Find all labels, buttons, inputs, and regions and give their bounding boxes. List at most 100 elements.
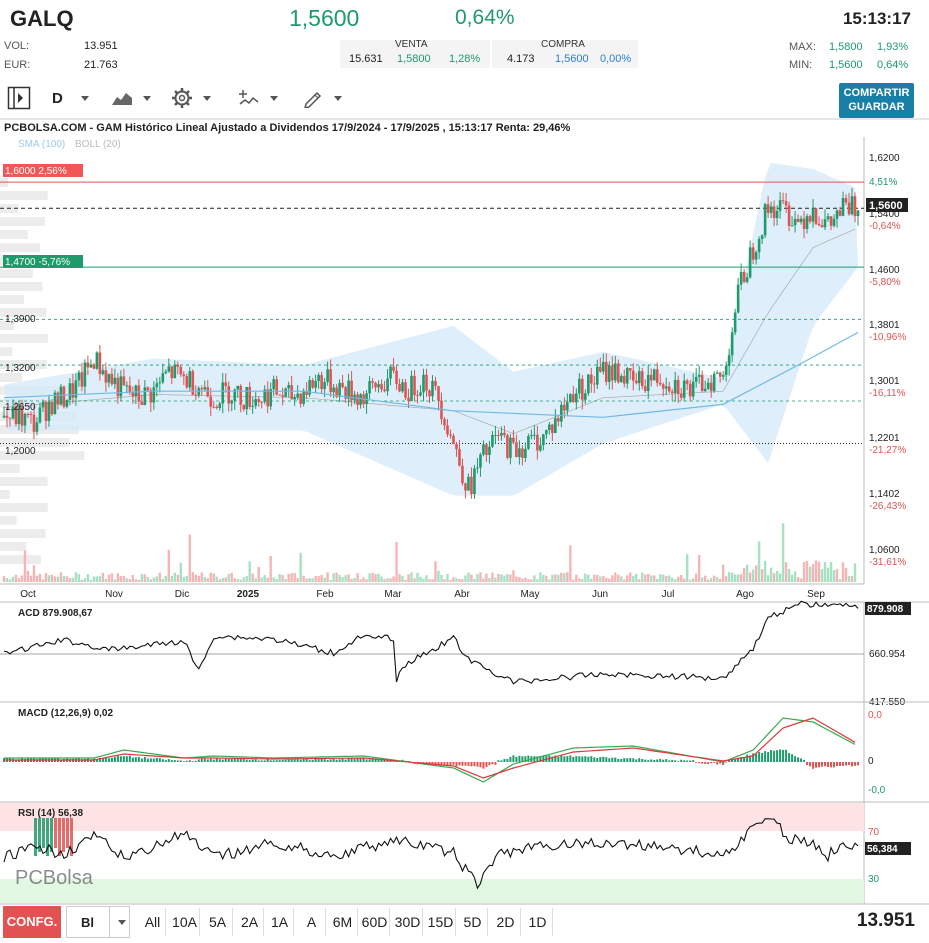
chart-type-select[interactable]	[111, 86, 151, 110]
range-button-10a[interactable]: 10A	[170, 908, 200, 936]
macd-histogram-bar	[209, 758, 212, 762]
period-select[interactable]: D	[52, 86, 89, 110]
candle-body	[326, 369, 329, 383]
macd-histogram-bar	[725, 762, 728, 763]
range-button-1d[interactable]: 1D	[523, 908, 553, 936]
macd-histogram-bar	[593, 757, 596, 762]
macd-histogram-bar	[461, 762, 464, 766]
macd-histogram-bar	[635, 759, 638, 762]
macd-histogram-bar	[227, 758, 230, 762]
volume-bar	[455, 578, 458, 582]
indicators-select[interactable]	[238, 86, 278, 110]
config-button[interactable]: CONFG.	[3, 906, 61, 938]
legend-boll: BOLL (20)	[75, 139, 121, 150]
macd-histogram-bar	[254, 759, 257, 762]
range-button-15d[interactable]: 15D	[426, 908, 456, 936]
macd-histogram-bar	[653, 759, 656, 762]
macd-histogram-bar	[812, 762, 815, 769]
range-button-30d[interactable]: 30D	[393, 908, 423, 936]
range-button-5d[interactable]: 5D	[458, 908, 488, 936]
volume-bar	[554, 574, 557, 582]
volume-bar	[272, 577, 275, 582]
range-button-6m[interactable]: 6M	[328, 908, 358, 936]
volume-bar	[853, 563, 857, 582]
panel-toggle-button[interactable]	[7, 86, 31, 110]
volume-profile-bar	[0, 477, 48, 486]
share-save-button[interactable]: COMPARTIR GUARDAR	[839, 83, 914, 118]
gear-icon	[172, 88, 192, 108]
draw-tools-select[interactable]	[302, 86, 342, 110]
range-button-all[interactable]: All	[140, 908, 166, 936]
macd-histogram-bar	[758, 752, 761, 762]
candle-body	[86, 362, 90, 368]
volume-bar	[194, 574, 197, 582]
candle-body	[721, 375, 725, 377]
macd-histogram-bar	[125, 756, 128, 762]
candle-body	[26, 413, 30, 415]
macd-histogram-bar	[782, 749, 785, 762]
candle-body	[637, 371, 641, 384]
volume-bar	[5, 578, 9, 582]
candle-body	[515, 442, 518, 457]
volume-bar	[656, 578, 659, 582]
range-button-2d[interactable]: 2D	[491, 908, 521, 936]
volume-bar	[83, 578, 87, 582]
candle-body	[631, 370, 635, 381]
rsi-label: RSI (14) 56,38	[18, 808, 83, 819]
candle-body	[389, 366, 392, 379]
candle-body	[65, 399, 69, 407]
range-button-2a[interactable]: 2A	[236, 908, 264, 936]
volume-bar	[248, 561, 251, 582]
macd-histogram-bar	[464, 762, 467, 766]
volume-bar	[413, 578, 416, 582]
volume-bar	[164, 576, 168, 582]
volume-bar	[632, 575, 635, 582]
current-price-label: 1,5600	[869, 200, 903, 212]
range-button-a[interactable]: A	[298, 908, 326, 936]
range-button-5a[interactable]: 5A	[203, 908, 233, 936]
volume-bar	[32, 565, 36, 582]
settings-select[interactable]	[171, 86, 211, 110]
macd-histogram-bar	[107, 758, 110, 762]
candle-body	[296, 393, 299, 398]
candle-body	[566, 401, 569, 411]
candle-body	[539, 445, 542, 451]
volume-bar	[290, 573, 293, 582]
volume-profile-bar	[0, 529, 46, 538]
macd-histogram-bar	[146, 758, 149, 762]
candle-body	[8, 417, 12, 419]
candle-body	[377, 384, 380, 388]
volume-bar	[278, 574, 281, 582]
volume-bar	[203, 576, 206, 582]
macd-histogram-bar	[476, 762, 479, 767]
candle-body	[290, 385, 293, 400]
candle-body	[404, 382, 407, 398]
candle-body	[488, 446, 491, 455]
range-button-1a[interactable]: 1A	[266, 908, 294, 936]
vol-label: VOL:	[4, 40, 30, 52]
macd-histogram-bar	[173, 760, 176, 762]
macd-histogram-bar	[659, 758, 662, 762]
range-button-60d[interactable]: 60D	[360, 908, 390, 936]
volume-bar	[482, 578, 485, 582]
candle-body	[293, 397, 296, 400]
volume-bar	[715, 577, 719, 582]
candle-body	[844, 198, 848, 203]
candle-body	[625, 368, 629, 384]
volume-bar	[802, 562, 806, 582]
indicator-select[interactable]: Bl	[66, 906, 130, 938]
volume-bar	[742, 568, 746, 582]
volume-bar	[128, 578, 132, 582]
macd-histogram-bar	[776, 750, 779, 762]
chart-area[interactable]: PCBOLSA.COM - GAM Histórico Lineal Ajust…	[0, 118, 929, 906]
volume-bar	[293, 572, 296, 582]
volume-bar	[733, 574, 737, 582]
volume-bar	[386, 578, 389, 582]
candle-body	[227, 386, 231, 404]
volume-bar	[440, 574, 443, 582]
price-tick-label: 1,4600	[869, 265, 900, 276]
macd-histogram-bar	[263, 760, 266, 762]
macd-histogram-bar	[791, 754, 794, 762]
volume-bar	[269, 556, 272, 582]
volume-bar	[515, 576, 518, 582]
